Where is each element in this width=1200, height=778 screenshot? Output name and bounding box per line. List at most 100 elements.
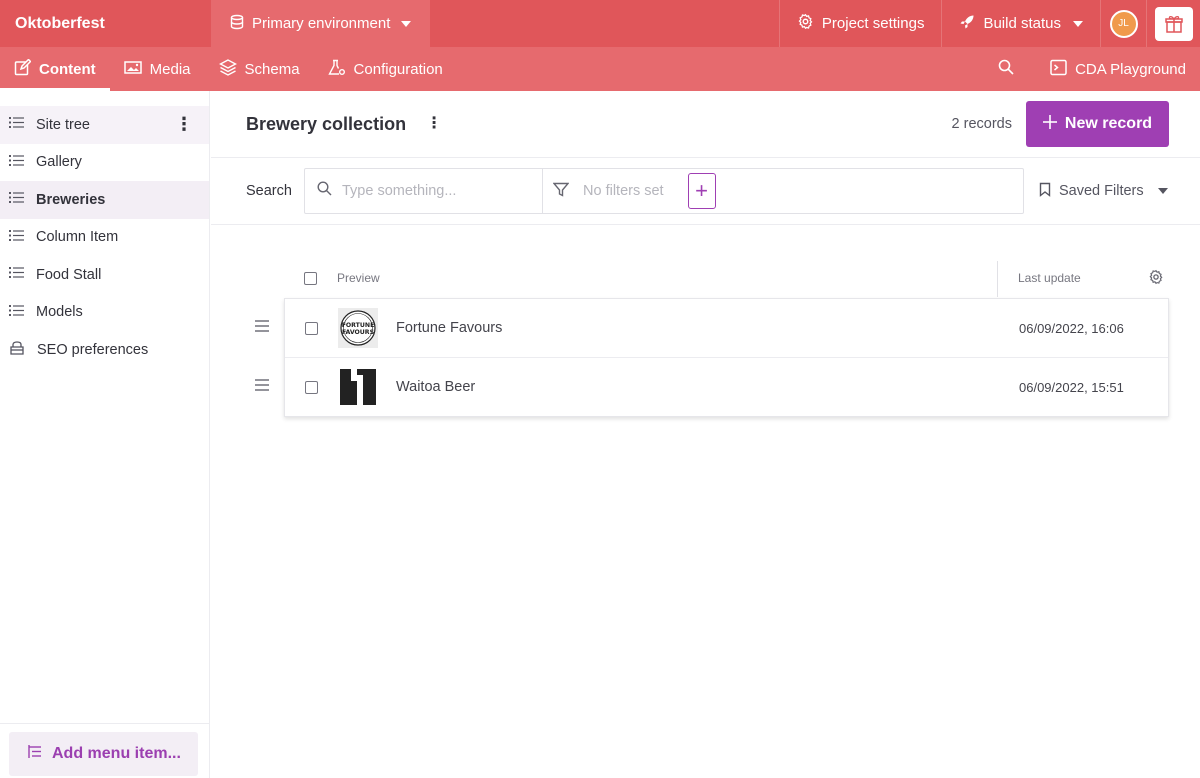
sidebar-item-site-tree[interactable]: Site tree ⋮ [0, 106, 209, 144]
table-row[interactable]: FORTUNE FAVOURS Fortune Favours 06/09/20… [255, 299, 1168, 358]
image-icon [123, 60, 142, 79]
saved-filters-dropdown[interactable]: Saved Filters [1039, 182, 1168, 201]
collection-header: Brewery collection ⋮ 2 records New recor… [211, 91, 1200, 158]
gift-icon[interactable] [1154, 6, 1193, 41]
sidebar-item-seo-preferences[interactable]: SEO preferences [0, 331, 209, 369]
user-menu[interactable]: JL [1100, 0, 1146, 47]
chevron-down-icon [401, 20, 412, 27]
bookmark-icon [1039, 182, 1051, 201]
project-name[interactable]: Oktoberfest [0, 0, 211, 47]
filter-bar: Search No filters set + Saved Filters [211, 158, 1200, 225]
table-body: FORTUNE FAVOURS Fortune Favours 06/09/20… [255, 298, 1169, 417]
row-title: Fortune Favours [396, 320, 503, 336]
search-box: No filters set + [304, 168, 1024, 214]
cda-playground-button[interactable]: CDA Playground [1036, 47, 1200, 91]
page-title: Brewery collection [246, 113, 407, 134]
section-nav: Content Media Schema Configuration CDA P… [0, 47, 1200, 91]
fortune-favours-logo: FORTUNE FAVOURS [338, 308, 378, 348]
tree-add-icon [27, 744, 43, 764]
tab-configuration[interactable]: Configuration [314, 47, 457, 91]
sidebar-item-column-item[interactable]: Column Item [0, 219, 209, 257]
sidebar-item-label: Breweries [36, 191, 106, 208]
terminal-icon [1050, 59, 1067, 80]
sidebar-item-gallery[interactable]: Gallery [0, 144, 209, 182]
drag-handle-icon[interactable] [255, 378, 269, 396]
search-label: Search [246, 183, 292, 199]
svg-text:FORTUNE: FORTUNE [342, 322, 375, 329]
row-last-update: 06/09/2022, 15:51 [1019, 379, 1124, 395]
sidebar-footer: Add menu item... [0, 723, 209, 778]
sidebar-item-label: Column Item [36, 229, 119, 246]
svg-text:FAVOURS: FAVOURS [342, 329, 374, 336]
environment-switcher[interactable]: Primary environment [211, 0, 430, 47]
tab-content[interactable]: Content [0, 47, 110, 91]
list-icon [9, 266, 24, 283]
build-status-button[interactable]: Build status [941, 0, 1100, 47]
tab-schema[interactable]: Schema [205, 47, 314, 91]
cda-playground-label: CDA Playground [1075, 60, 1186, 78]
row-title: Waitoa Beer [396, 379, 476, 395]
tab-content-label: Content [39, 60, 96, 78]
list-icon [9, 304, 24, 321]
new-record-label: New record [1064, 115, 1153, 132]
new-record-button[interactable]: New record [1026, 101, 1169, 147]
search-icon [998, 59, 1014, 79]
list-icon [9, 191, 24, 208]
record-count: 2 records [951, 116, 1012, 132]
sidebar-item-label: Site tree [36, 116, 90, 133]
search-field[interactable] [305, 169, 543, 213]
project-settings-label: Project settings [821, 15, 925, 32]
list-icon [9, 116, 24, 133]
column-header-preview: Preview [337, 271, 380, 285]
table-row[interactable]: Waitoa Beer 06/09/2022, 15:51 [255, 358, 1168, 416]
sidebar: Site tree ⋮ Gallery Breweries Column Ite… [0, 91, 210, 778]
tab-media[interactable]: Media [110, 47, 205, 91]
row-checkbox[interactable] [305, 321, 318, 335]
seo-icon [9, 341, 25, 359]
avatar[interactable]: JL [1109, 9, 1138, 38]
sidebar-item-label: Gallery [36, 154, 82, 171]
filter-icon [552, 182, 570, 201]
column-header-last-update[interactable]: Last update [1018, 271, 1081, 285]
add-filter-button[interactable]: + [687, 173, 716, 209]
more-options-icon[interactable]: ⋮ [426, 116, 442, 132]
column-divider [997, 261, 998, 297]
sidebar-item-label: Models [36, 304, 83, 321]
sidebar-item-models[interactable]: Models [0, 294, 209, 332]
tab-media-label: Media [149, 60, 191, 78]
select-all-checkbox[interactable] [304, 271, 317, 285]
sidebar-menu: Site tree ⋮ Gallery Breweries Column Ite… [0, 91, 209, 369]
table-settings-icon[interactable] [1148, 269, 1164, 288]
build-status-label: Build status [983, 15, 1061, 32]
chevron-down-icon [1157, 188, 1168, 194]
global-search-button[interactable] [984, 47, 1036, 91]
tab-configuration-label: Configuration [353, 60, 443, 78]
row-checkbox[interactable] [305, 380, 318, 394]
sidebar-item-food-stall[interactable]: Food Stall [0, 256, 209, 294]
filters-area: No filters set + [543, 169, 1023, 213]
table-header: Preview Last update [284, 259, 1169, 297]
drag-handle-icon[interactable] [255, 319, 269, 337]
top-bar: Oktoberfest Primary environment Project … [0, 0, 1200, 47]
database-icon [229, 14, 245, 34]
chevron-down-icon [1073, 20, 1083, 27]
project-settings-button[interactable]: Project settings [778, 0, 942, 47]
rocket-icon [959, 14, 975, 34]
main-content: Brewery collection ⋮ 2 records New recor… [211, 91, 1200, 778]
list-icon [9, 229, 24, 246]
list-icon [9, 154, 24, 171]
add-menu-item-button[interactable]: Add menu item... [9, 732, 198, 776]
layers-icon [218, 58, 237, 80]
search-input[interactable] [342, 183, 532, 199]
whats-new[interactable] [1146, 0, 1200, 47]
row-last-update: 06/09/2022, 16:06 [1019, 320, 1124, 336]
environment-label: Primary environment [252, 15, 391, 32]
waitoa-beer-logo [338, 367, 378, 407]
filters-placeholder: No filters set [583, 183, 664, 199]
edit-icon [14, 57, 32, 80]
more-options-icon[interactable]: ⋮ [175, 115, 193, 133]
add-menu-item-label: Add menu item... [52, 745, 181, 762]
sidebar-item-breweries[interactable]: Breweries [0, 181, 209, 219]
gear-icon [797, 13, 814, 34]
search-icon [317, 181, 332, 201]
